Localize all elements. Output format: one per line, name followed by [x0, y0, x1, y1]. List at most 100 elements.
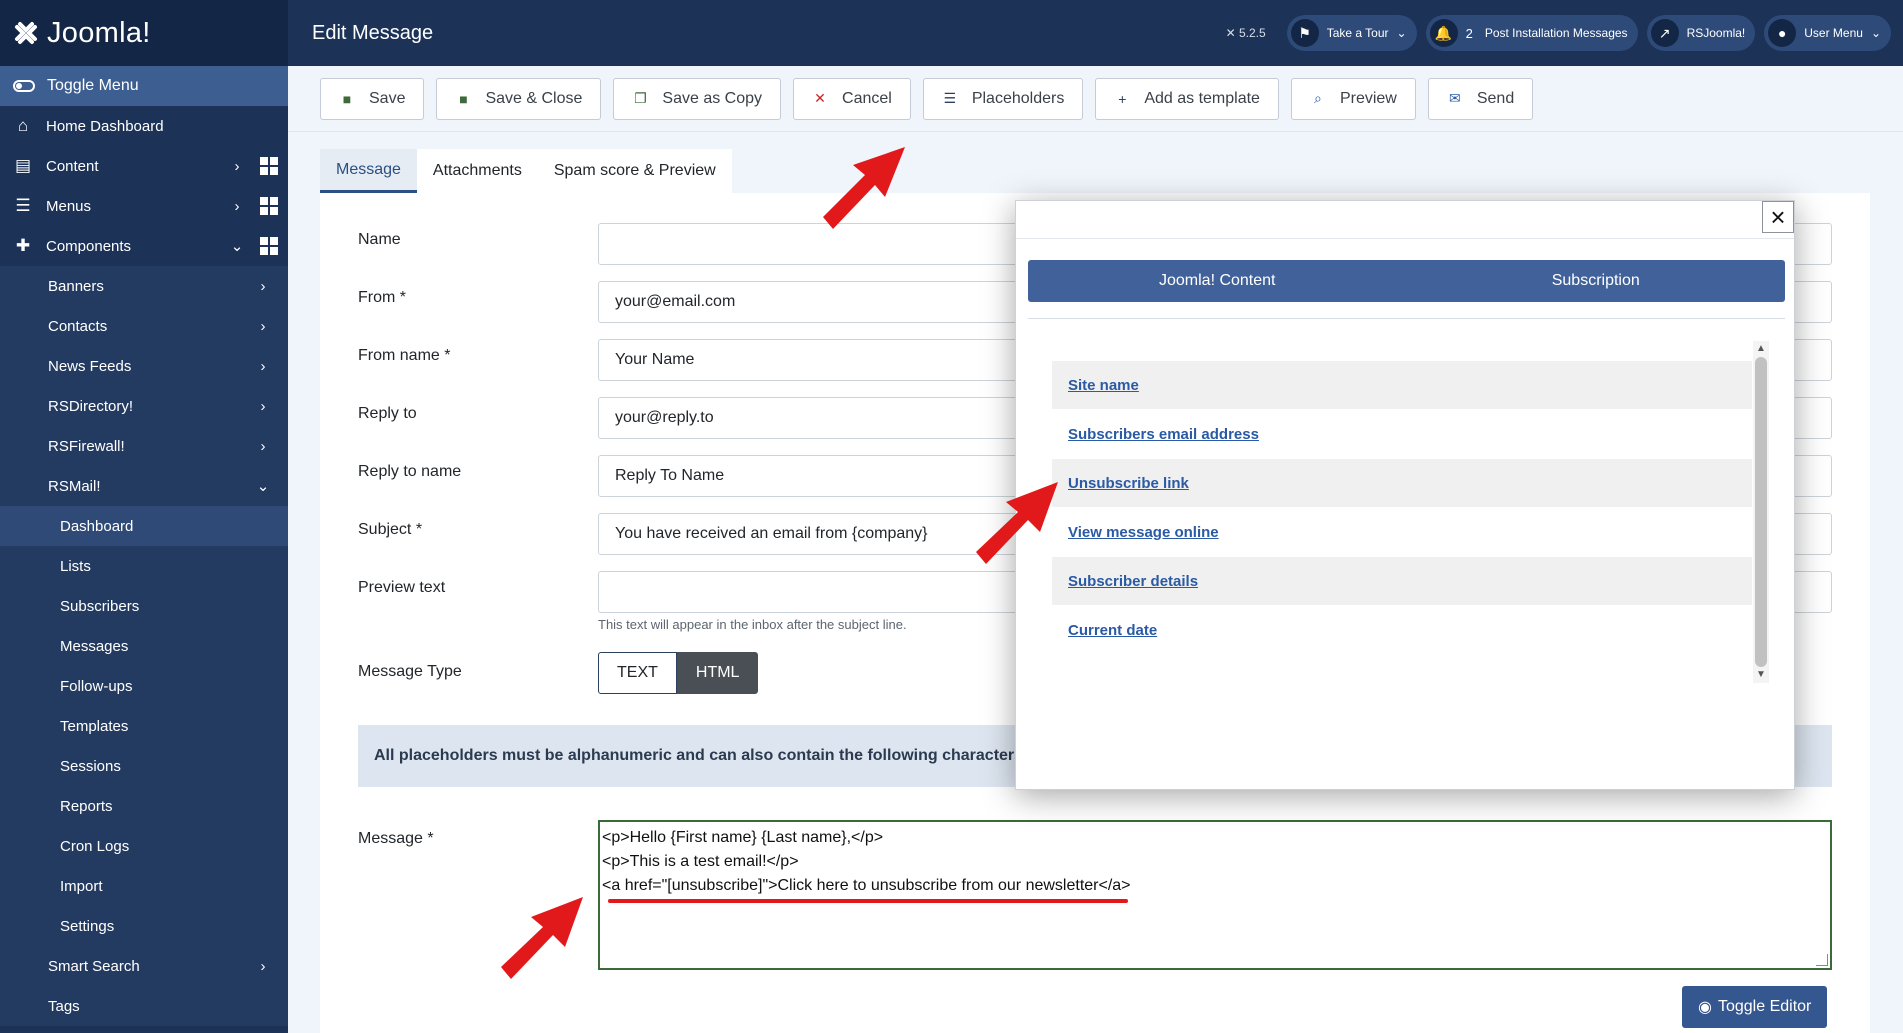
save-icon: ■ [459, 90, 468, 107]
sidebar-item-rsfirewall[interactable]: RSFirewall! › [0, 426, 288, 466]
sidebar-item-menus[interactable]: ☰ Menus › [0, 186, 288, 226]
sidebar-item-label: Templates [60, 717, 129, 735]
dashboard-grid-icon[interactable] [260, 157, 278, 175]
placeholders-label: Placeholders [971, 89, 1065, 107]
save-as-copy-button[interactable]: ❐ Save as Copy [613, 77, 782, 120]
list-item: Subscribers email address [1052, 410, 1752, 459]
sidebar-item-sessions[interactable]: Sessions [0, 746, 288, 786]
message-type-html-option[interactable]: HTML [676, 652, 759, 694]
preview-text-label: Preview text [358, 579, 446, 596]
toggle-menu-label: Toggle Menu [47, 77, 139, 94]
puzzle-icon: ✚ [15, 236, 31, 255]
sidebar-item-label: Components [46, 237, 132, 255]
placeholder-link-view-online[interactable]: View message online [1068, 524, 1219, 541]
envelope-icon: ✉ [1448, 90, 1461, 106]
sidebar-item-reports[interactable]: Reports [0, 786, 288, 826]
sidebar-item-label: Dashboard [60, 517, 134, 535]
name-label: Name [358, 231, 401, 248]
message-type-text-option[interactable]: TEXT [598, 652, 677, 694]
sidebar-item-smart-search[interactable]: Smart Search › [0, 946, 288, 986]
tab-joomla-content[interactable]: Joomla! Content [1028, 260, 1407, 302]
sidebar-item-components[interactable]: ✚ Components ⌄ [0, 226, 288, 266]
chevron-right-icon[interactable]: › [224, 158, 250, 175]
chevron-right-icon[interactable]: › [224, 198, 250, 215]
placeholders-button[interactable]: ☰ Placeholders [922, 77, 1084, 120]
chevron-down-icon[interactable]: ⌄ [224, 237, 250, 255]
placeholder-link-site-name[interactable]: Site name [1068, 377, 1139, 394]
cancel-button[interactable]: ✕ Cancel [793, 77, 911, 120]
dashboard-grid-icon[interactable] [260, 197, 278, 215]
brand-name: Joomla! [47, 16, 151, 49]
preview-button[interactable]: ⌕ Preview [1290, 77, 1416, 120]
sidebar-item-label: Reports [60, 797, 113, 815]
sidebar-item-subscribers[interactable]: Subscribers [0, 586, 288, 626]
sidebar-item-label: RSDirectory! [48, 397, 134, 415]
toggle-editor-button[interactable]: ◉ Toggle Editor [1682, 986, 1828, 1028]
user-menu-button[interactable]: ● User Menu ⌄ [1764, 15, 1891, 51]
user-menu-label: User Menu [1804, 26, 1863, 40]
take-a-tour-button[interactable]: ⚑ Take a Tour ⌄ [1286, 15, 1417, 51]
list-item: Subscriber details [1052, 557, 1752, 606]
sidebar-item-messages[interactable]: Messages [0, 626, 288, 666]
sidebar-item-tags[interactable]: Tags [0, 986, 288, 1026]
sidebar-item-cron-logs[interactable]: Cron Logs [0, 826, 288, 866]
close-icon[interactable]: × [1762, 201, 1794, 233]
post-installation-messages-button[interactable]: 🔔 2 Post Installation Messages [1425, 15, 1638, 51]
add-as-template-button[interactable]: + Add as template [1095, 77, 1279, 120]
sidebar: Joomla! Toggle Menu ⌂ Home Dashboard ▤ C… [0, 0, 288, 1033]
save-label: Save [369, 89, 406, 107]
placeholders-modal: × Joomla! Content Subscription Site name… [1015, 200, 1795, 790]
placeholder-scrollbar[interactable]: ▲ ▼ [1753, 341, 1769, 683]
scroll-up-icon[interactable]: ▲ [1753, 341, 1769, 357]
sidebar-item-label: Tags [48, 997, 80, 1015]
sidebar-item-label: RSFirewall! [48, 437, 125, 455]
sidebar-item-label: Follow-ups [60, 677, 133, 695]
sidebar-item-rsmail[interactable]: RSMail! ⌄ [0, 466, 288, 506]
joomla-logo-icon [15, 22, 37, 44]
close-icon: ✕ [814, 90, 826, 106]
signpost-icon: ⚑ [1290, 19, 1319, 47]
sidebar-item-content[interactable]: ▤ Content › [0, 146, 288, 186]
placeholder-link-subscriber-details[interactable]: Subscriber details [1068, 573, 1198, 590]
list-item: View message online [1052, 508, 1752, 557]
save-button[interactable]: ■ Save [320, 77, 425, 120]
send-button[interactable]: ✉ Send [1427, 77, 1534, 120]
message-editor[interactable]: <p>Hello {First name} {Last name},</p> <p… [598, 820, 1832, 970]
dashboard-grid-icon[interactable] [260, 237, 278, 255]
sidebar-item-templates[interactable]: Templates [0, 706, 288, 746]
placeholder-link-current-date[interactable]: Current date [1068, 622, 1157, 639]
sidebar-item-label: Contacts [48, 317, 108, 335]
send-label: Send [1476, 89, 1515, 107]
tab-message[interactable]: Message [320, 149, 417, 193]
sidebar-item-settings[interactable]: Settings [0, 906, 288, 946]
site-link-button[interactable]: ↗ RSJoomla! [1646, 15, 1756, 51]
sidebar-item-label: Cron Logs [60, 837, 130, 855]
placeholder-link-subscribers-email[interactable]: Subscribers email address [1068, 426, 1259, 443]
list-icon: ☰ [943, 90, 957, 106]
sidebar-item-home-dashboard[interactable]: ⌂ Home Dashboard [0, 106, 288, 146]
resize-handle[interactable] [1816, 954, 1828, 966]
tab-attachments[interactable]: Attachments [416, 149, 538, 193]
from-name-label: From name * [358, 347, 451, 364]
tab-spam-score-preview[interactable]: Spam score & Preview [537, 149, 732, 193]
scroll-down-icon[interactable]: ▼ [1753, 667, 1769, 683]
take-a-tour-label: Take a Tour [1326, 26, 1389, 40]
sidebar-item-contacts[interactable]: Contacts › [0, 306, 288, 346]
placeholder-link-unsubscribe[interactable]: Unsubscribe link [1068, 475, 1189, 492]
chevron-down-icon: ⌄ [1396, 26, 1407, 40]
sidebar-item-dashboard[interactable]: Dashboard [0, 506, 288, 546]
tab-subscription[interactable]: Subscription [1407, 260, 1786, 302]
sidebar-item-lists[interactable]: Lists [0, 546, 288, 586]
save-close-button[interactable]: ■ Save & Close [436, 77, 602, 120]
scrollbar-thumb[interactable] [1755, 357, 1767, 667]
reply-to-label: Reply to [358, 405, 417, 422]
sidebar-item-import[interactable]: Import [0, 866, 288, 906]
toggle-menu-button[interactable]: Toggle Menu [0, 66, 288, 106]
sidebar-item-banners[interactable]: Banners › [0, 266, 288, 306]
sidebar-item-rsdirectory[interactable]: RSDirectory! › [0, 386, 288, 426]
sidebar-item-label: Lists [60, 557, 91, 575]
brand[interactable]: Joomla! [0, 0, 288, 66]
sidebar-item-follow-ups[interactable]: Follow-ups [0, 666, 288, 706]
sidebar-item-news-feeds[interactable]: News Feeds › [0, 346, 288, 386]
from-label: From * [358, 289, 406, 306]
